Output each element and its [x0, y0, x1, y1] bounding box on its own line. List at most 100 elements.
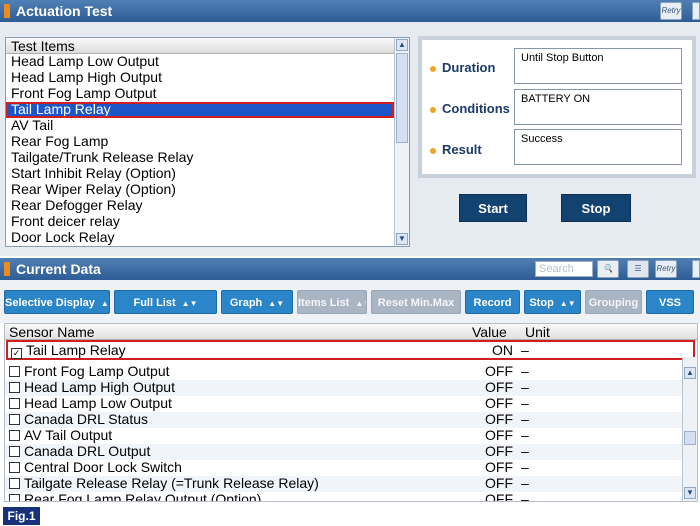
reset-min-max-button[interactable]: Reset Min.Max [371, 290, 461, 314]
actuation-titlebar: Actuation Test Retry [0, 0, 700, 22]
sensor-name: Front Fog Lamp Output [24, 363, 170, 379]
window-restore-icon[interactable] [692, 260, 700, 278]
start-button[interactable]: Start [459, 194, 527, 222]
window-restore-icon[interactable] [692, 2, 700, 20]
sensor-name: Tailgate Release Relay (=Trunk Release R… [24, 475, 319, 491]
checkbox[interactable] [9, 398, 20, 409]
test-item[interactable]: Door Lock Relay [6, 230, 394, 246]
data-stop-button[interactable]: Stop ▲▼ [524, 290, 581, 314]
table-row[interactable]: Central Door Lock Switch OFF – [5, 460, 697, 476]
test-items-scrollbar[interactable]: ▲ ▼ [394, 38, 409, 246]
sensor-name: Canada DRL Output [24, 443, 151, 459]
test-items-body: Head Lamp Low Output Head Lamp High Outpu… [6, 54, 409, 246]
checkbox[interactable] [9, 382, 20, 393]
current-data-toolbar: Selective Display▲▼ Full List▲▼ Graph▲▼ … [0, 280, 700, 323]
scroll-up-icon[interactable]: ▲ [396, 39, 408, 51]
test-item[interactable]: Tailgate/Trunk Release Relay [6, 150, 394, 166]
sensor-unit: – [521, 459, 529, 475]
result-field: Success [514, 129, 682, 165]
items-list-button[interactable]: Items List▲▼ [297, 290, 367, 314]
checkbox[interactable] [9, 462, 20, 473]
sensor-value: OFF [485, 363, 513, 379]
sensor-value: OFF [485, 395, 513, 411]
sensor-value: OFF [485, 427, 513, 443]
stop-button[interactable]: Stop [561, 194, 631, 222]
sensor-unit: – [521, 491, 529, 502]
checkbox[interactable] [9, 414, 20, 425]
sensor-name: Tail Lamp Relay [26, 342, 126, 358]
test-item[interactable]: Head Lamp High Output [6, 70, 394, 86]
duration-label: Duration [430, 60, 495, 75]
sensor-unit: – [521, 395, 529, 411]
updown-arrow-icon: ▲▼ [181, 299, 198, 308]
test-item[interactable]: Front Fog Lamp Output [6, 86, 394, 102]
current-data-title: Current Data [16, 261, 101, 277]
list-view-icon[interactable]: ☰ [627, 260, 649, 278]
retry-icon[interactable]: Retry [655, 260, 677, 278]
unit-header: Unit [525, 324, 550, 340]
table-row[interactable]: Head Lamp High Output OFF – [5, 380, 697, 396]
test-item[interactable]: Tail Lamp Relay [6, 102, 394, 118]
result-label: Result [430, 142, 482, 157]
sensor-unit: – [521, 443, 529, 459]
checkbox[interactable] [9, 430, 20, 441]
test-items-header: Test Items [6, 38, 394, 54]
bullet-icon [430, 65, 436, 72]
sensor-name: Rear Fog Lamp Relay Output (Option) [24, 491, 262, 502]
sensor-name: Canada DRL Status [24, 411, 148, 427]
selective-display-button[interactable]: Selective Display▲▼ [4, 290, 110, 314]
table-row[interactable]: AV Tail Output OFF – [5, 428, 697, 444]
scroll-up-icon[interactable]: ▲ [684, 367, 696, 379]
test-item[interactable]: Rear Defogger Relay [6, 198, 394, 214]
test-item[interactable]: Rear Wiper Relay (Option) [6, 182, 394, 198]
updown-arrow-icon: ▲▼ [355, 299, 366, 308]
sensor-unit: – [521, 411, 529, 427]
graph-button[interactable]: Graph ▲▼ [221, 290, 293, 314]
test-parameters-panel: Duration Until Stop Button Conditions BA… [418, 36, 696, 178]
vss-button[interactable]: VSS [646, 290, 694, 314]
sensor-name: AV Tail Output [24, 427, 113, 443]
test-items-list: Test Items Head Lamp Low Output Head Lamp… [5, 37, 410, 247]
test-item[interactable]: Front deicer relay [6, 214, 394, 230]
bullet-icon [430, 147, 436, 154]
search-icon[interactable]: 🔍 [597, 260, 619, 278]
scroll-down-icon[interactable]: ▼ [396, 233, 408, 245]
full-list-button[interactable]: Full List ▲▼ [114, 290, 217, 314]
test-item[interactable]: Rear Fog Lamp [6, 134, 394, 150]
table-header: Sensor Name Value Unit [5, 324, 697, 340]
conditions-field: BATTERY ON [514, 89, 682, 125]
updown-arrow-icon: ▲▼ [559, 299, 576, 308]
grouping-button[interactable]: Grouping [585, 290, 642, 314]
checkbox-checked[interactable]: ✓ [11, 348, 22, 359]
scroll-thumb[interactable] [396, 53, 408, 143]
scroll-thumb[interactable] [684, 431, 696, 445]
sensor-value: OFF [485, 459, 513, 475]
sensor-unit: – [521, 363, 529, 379]
table-row[interactable]: Head Lamp Low Output OFF – [5, 396, 697, 412]
test-item[interactable]: AV Tail [6, 118, 394, 134]
sensor-unit: – [521, 475, 529, 491]
sensor-name: Central Door Lock Switch [24, 459, 182, 475]
sensor-value: OFF [485, 475, 513, 491]
sensor-unit: – [521, 427, 529, 443]
checkbox[interactable] [9, 366, 20, 377]
record-button[interactable]: Record [465, 290, 520, 314]
sensor-value: OFF [485, 491, 513, 502]
checkbox[interactable] [9, 478, 20, 489]
scroll-down-icon[interactable]: ▼ [684, 487, 696, 499]
test-item[interactable]: Start Inhibit Relay (Option) [6, 166, 394, 182]
table-row[interactable]: Canada DRL Output OFF – [5, 444, 697, 460]
retry-icon[interactable]: Retry [660, 2, 682, 20]
table-row[interactable]: Front Fog Lamp Output OFF – [5, 364, 697, 380]
updown-arrow-icon: ▲▼ [268, 299, 285, 308]
test-item[interactable]: Head Lamp Low Output [6, 54, 394, 70]
search-input[interactable]: Search [535, 261, 593, 277]
checkbox[interactable] [9, 494, 20, 501]
data-scrollbar[interactable]: ▲ ▼ [682, 357, 697, 501]
checkbox[interactable] [9, 446, 20, 457]
duration-field: Until Stop Button [514, 48, 682, 84]
table-row[interactable]: Rear Fog Lamp Relay Output (Option) OFF – [5, 491, 697, 502]
table-row[interactable]: Tailgate Release Relay (=Trunk Release R… [5, 476, 697, 492]
pinned-table-row[interactable]: ✓ Tail Lamp Relay ON – [6, 340, 695, 360]
table-row[interactable]: Canada DRL Status OFF – [5, 412, 697, 428]
